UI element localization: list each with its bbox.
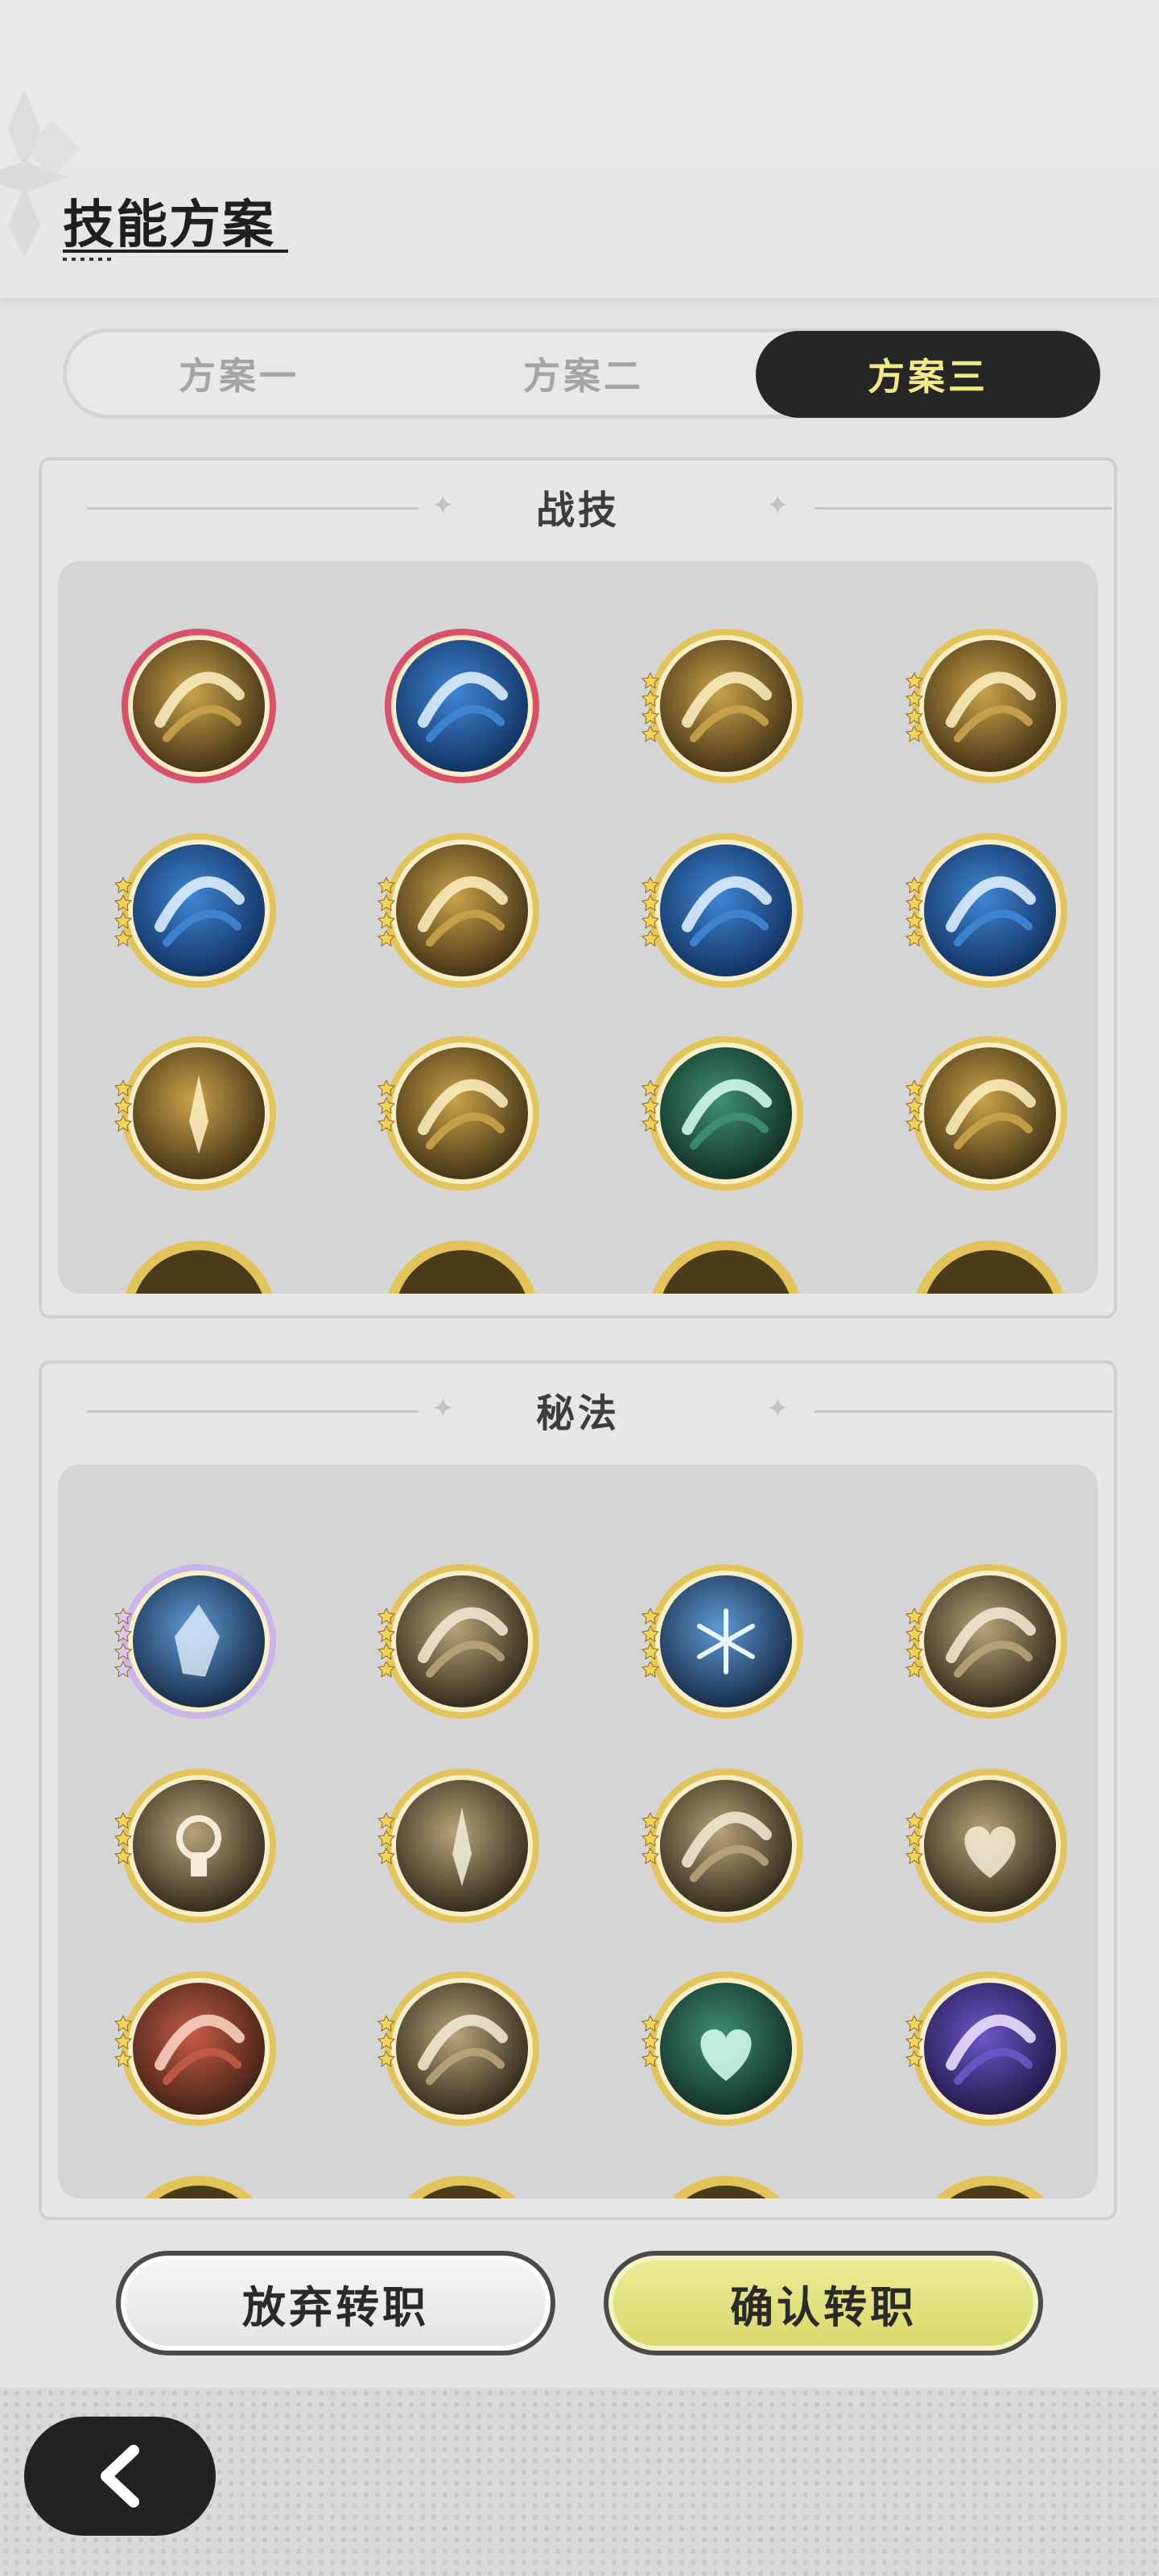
green-dash-icon[interactable] (637, 1025, 815, 1202)
page-title: 技能方案 (63, 196, 275, 255)
snowflake-icon[interactable] (637, 1553, 815, 1730)
divider-line (815, 1410, 1112, 1413)
golden-swirl-wind-icon[interactable] (637, 617, 815, 795)
sparkle-icon: ✦ (766, 1393, 790, 1425)
abandon-class-change-button[interactable]: 放弃转职 (116, 2251, 555, 2355)
golden-triple-strike-icon[interactable] (373, 822, 551, 999)
golden-spike-eruption-icon[interactable] (901, 1025, 1079, 1202)
partial-skill-icon (110, 1229, 287, 1294)
sparkle-icon: ✦ (766, 489, 790, 522)
blue-wave-icon[interactable] (110, 822, 287, 999)
dagger-icon[interactable] (373, 1757, 551, 1934)
skill-grid (58, 1464, 1098, 2198)
partial-skill-icon (373, 1229, 551, 1294)
blue-vortex-orb-icon[interactable] (373, 617, 551, 795)
tab-scheme-2[interactable]: 方案二 (411, 332, 756, 415)
purple-dragon-icon[interactable] (901, 1960, 1079, 2137)
beast-fang-icon[interactable] (373, 1553, 551, 1730)
section-title: 秘法 (535, 1391, 620, 1436)
section-title: 战技 (535, 488, 620, 533)
golden-crescent-slash-icon[interactable] (110, 617, 287, 795)
heart-shield-icon[interactable] (901, 1757, 1079, 1934)
combat-skills-panel: ✦ 战技 ✦ (39, 457, 1117, 1319)
scheme-tab-bar: 方案一 方案二 方案三 (63, 328, 1100, 419)
armor-icon[interactable] (373, 1960, 551, 2137)
title-dots (63, 258, 115, 261)
tab-scheme-3[interactable]: 方案三 (756, 331, 1100, 418)
header: 技能方案 (0, 0, 1159, 298)
panel-header: ✦ 秘法 ✦ (42, 1364, 1114, 1460)
green-heart-heal-icon[interactable] (637, 1960, 815, 2137)
partial-skill-icon (901, 2165, 1079, 2198)
chevron-left-icon (101, 2445, 139, 2508)
panel-header: ✦ 战技 ✦ (42, 460, 1114, 557)
partial-skill-icon (637, 2165, 815, 2198)
partial-skill-icon (110, 2165, 287, 2198)
golden-burst-strike-icon[interactable] (901, 617, 1079, 795)
blue-star-vortex-icon[interactable] (901, 822, 1079, 999)
golden-wind-slash-icon[interactable] (373, 1025, 551, 1202)
divider-line (815, 507, 1112, 510)
red-scroll-icon[interactable] (110, 1960, 287, 2137)
keyhole-icon[interactable] (110, 1757, 287, 1934)
partial-skill-icon (901, 1229, 1079, 1294)
secret-arts-panel: ✦ 秘法 ✦ (39, 1360, 1117, 2220)
confirm-class-change-button[interactable]: 确认转职 (604, 2251, 1043, 2355)
partial-skill-icon (373, 2165, 551, 2198)
title-underline (63, 250, 288, 253)
skill-grid (58, 561, 1098, 1294)
ice-crystal-icon[interactable] (110, 1553, 287, 1730)
golem-icon[interactable] (901, 1553, 1079, 1730)
blue-lightning-burst-icon[interactable] (637, 822, 815, 999)
back-button[interactable] (24, 2417, 216, 2536)
golden-sword-burst-icon[interactable] (110, 1025, 287, 1202)
partial-skill-icon (637, 1229, 815, 1294)
shadow-blade-icon[interactable] (637, 1757, 815, 1934)
tab-scheme-1[interactable]: 方案一 (67, 332, 411, 415)
